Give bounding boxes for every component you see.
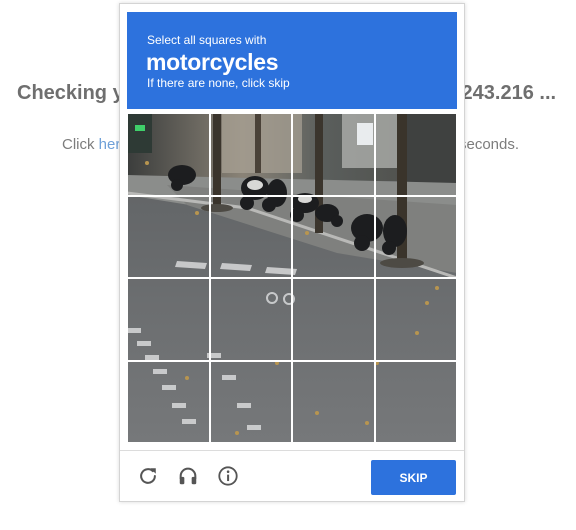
info-icon[interactable] bbox=[214, 462, 242, 490]
grid-tile[interactable] bbox=[374, 360, 457, 443]
grid-tile[interactable] bbox=[209, 278, 292, 361]
challenge-header: Select all squares with motorcycles If t… bbox=[127, 12, 457, 109]
grid-tile[interactable] bbox=[127, 195, 210, 278]
click-here-link[interactable]: her bbox=[99, 136, 121, 153]
challenge-hint: If there are none, click skip bbox=[147, 76, 290, 90]
grid-tile[interactable] bbox=[209, 195, 292, 278]
grid-tile[interactable] bbox=[127, 113, 210, 196]
challenge-target: motorcycles bbox=[146, 49, 279, 75]
grid-tile[interactable] bbox=[292, 278, 375, 361]
instructions-prefix: Click bbox=[62, 136, 99, 153]
grid-tile[interactable] bbox=[292, 360, 375, 443]
page-instructions-left: Click her bbox=[62, 136, 120, 153]
image-grid bbox=[127, 113, 457, 443]
challenge-instruction: Select all squares with bbox=[147, 33, 267, 47]
grid-tile[interactable] bbox=[127, 360, 210, 443]
grid-tile[interactable] bbox=[292, 113, 375, 196]
grid-tile[interactable] bbox=[374, 278, 457, 361]
grid-tile[interactable] bbox=[209, 360, 292, 443]
grid-tile[interactable] bbox=[374, 113, 457, 196]
grid-tile[interactable] bbox=[127, 278, 210, 361]
reload-icon[interactable] bbox=[134, 462, 162, 490]
captcha-challenge: Select all squares with motorcycles If t… bbox=[119, 3, 465, 502]
skip-button[interactable]: SKIP bbox=[371, 460, 456, 495]
grid-tile[interactable] bbox=[209, 113, 292, 196]
page-heading-right: .243.216 ... bbox=[456, 82, 557, 104]
tile-grid bbox=[127, 113, 457, 443]
challenge-footer: SKIP bbox=[120, 451, 464, 501]
grid-tile[interactable] bbox=[374, 195, 457, 278]
headphones-icon[interactable] bbox=[174, 462, 202, 490]
grid-tile[interactable] bbox=[292, 195, 375, 278]
page-instructions-right: seconds. bbox=[459, 136, 520, 153]
